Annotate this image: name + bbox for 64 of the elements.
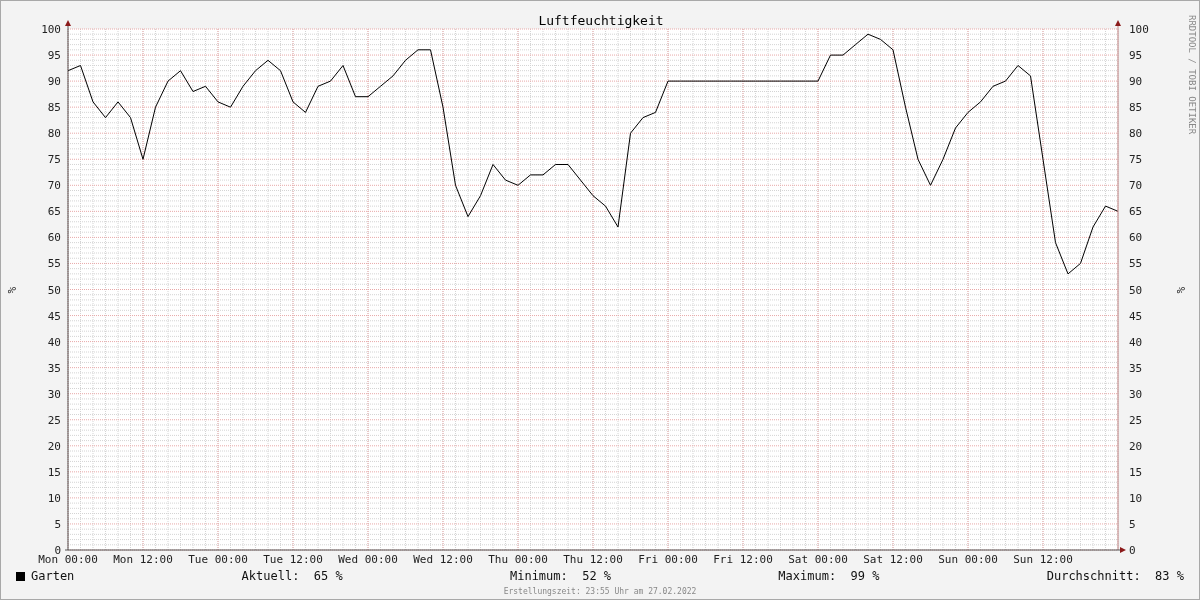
y-tick-label: 75 (1129, 153, 1143, 167)
y-tick-label: 90 (1129, 75, 1143, 89)
y-tick-label: 90 (47, 75, 61, 89)
y-tick-label: 0 (1129, 544, 1136, 557)
y-tick-label: 85 (47, 101, 61, 115)
x-tick-label: Wed 12:00 (413, 553, 473, 566)
y-tick-label: 15 (47, 465, 61, 479)
x-tick-label: Thu 12:00 (563, 553, 623, 566)
y-tick-label: 35 (1129, 361, 1143, 375)
x-tick-label: Sun 12:00 (1013, 553, 1073, 566)
x-tick-label: Tue 12:00 (263, 553, 323, 566)
y-tick-label: 65 (47, 205, 61, 219)
stat-text: Minimum: 52 % (509, 569, 612, 583)
stat-text: Maximum: 99 % (778, 569, 880, 583)
y-tick-label: 20 (47, 439, 61, 453)
y-tick-label: 45 (47, 309, 61, 323)
y-axis-label: % (1174, 286, 1187, 294)
x-tick-label: Sun 00:00 (938, 553, 998, 566)
y-tick-label: 60 (47, 231, 61, 245)
y-tick-label: 15 (1129, 465, 1143, 479)
y-tick-label: 40 (1129, 335, 1143, 349)
y-tick-label: 10 (1129, 491, 1143, 505)
x-tick-label: Sat 12:00 (863, 553, 923, 566)
y-tick-label: 65 (1129, 205, 1143, 219)
y-tick-label: 55 (1129, 257, 1143, 271)
y-tick-label: 5 (1129, 517, 1136, 531)
y-tick-label: 100 (41, 23, 61, 36)
y-tick-label: 30 (1129, 387, 1143, 401)
y-tick-label: 55 (47, 257, 61, 271)
x-tick-label: Tue 00:00 (188, 553, 248, 566)
y-tick-label: 40 (47, 335, 61, 349)
y-tick-label: 35 (47, 361, 61, 375)
y-tick-label: 50 (1129, 283, 1143, 297)
legend-label: Garten (31, 569, 75, 583)
x-tick-label: Mon 12:00 (113, 553, 173, 566)
y-tick-label: 95 (1129, 49, 1143, 63)
x-tick-label: Thu 00:00 (488, 553, 548, 566)
x-tick-label: Fri 12:00 (713, 553, 773, 566)
y-tick-label: 95 (47, 49, 61, 63)
x-tick-label: Wed 00:00 (338, 553, 398, 566)
y-tick-label: 25 (1129, 413, 1143, 427)
y-tick-label: 25 (47, 413, 61, 427)
stat-text: Aktuell: 65 % (241, 569, 343, 583)
y-tick-label: 80 (1129, 127, 1143, 141)
stat-text: Durchschnitt: 83 % (1046, 569, 1184, 583)
y-tick-label: 70 (1129, 179, 1143, 193)
y-tick-label: 50 (47, 283, 61, 297)
y-tick-label: 60 (1129, 231, 1143, 245)
y-tick-label: 70 (47, 179, 61, 193)
y-tick-label: 20 (1129, 439, 1143, 453)
y-tick-label: 30 (47, 387, 61, 401)
y-tick-label: 75 (47, 153, 61, 167)
creation-time-text: Erstellungszeit: 23:55 Uhr am 27.02.2022 (503, 587, 697, 596)
y-tick-label: 5 (54, 517, 61, 531)
y-tick-label: 80 (47, 127, 61, 141)
y-tick-label: 10 (47, 491, 61, 505)
y-tick-label: 85 (1129, 101, 1143, 115)
credit-text: RRDTOOL / TOBI OETIKER (1187, 15, 1197, 135)
y-tick-label: 100 (1129, 23, 1149, 36)
x-tick-label: Sat 00:00 (788, 553, 848, 566)
chart-title: Luftfeuchtigkeit (538, 13, 664, 28)
y-tick-label: 45 (1129, 309, 1143, 323)
x-tick-label: Fri 00:00 (638, 553, 698, 566)
y-axis-label: % (5, 286, 18, 294)
